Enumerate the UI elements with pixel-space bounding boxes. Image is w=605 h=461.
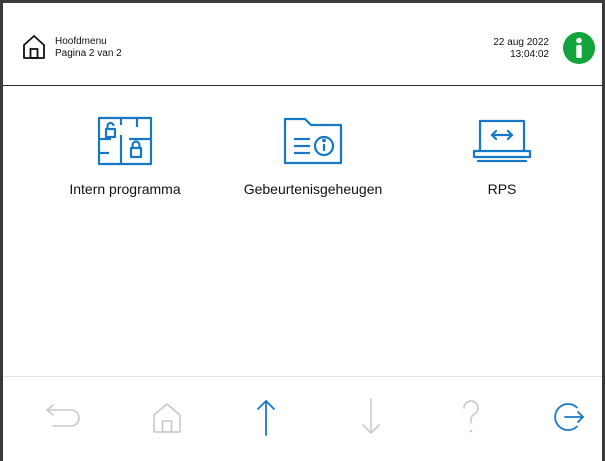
back-arrow-icon bbox=[46, 404, 80, 427]
home-icon bbox=[23, 35, 45, 59]
info-icon bbox=[563, 32, 595, 64]
time-text: 13:04:02 bbox=[510, 49, 549, 60]
logout-icon bbox=[554, 403, 584, 431]
floorplan-lock-icon bbox=[97, 116, 153, 166]
date-text: 22 aug 2022 bbox=[493, 37, 549, 48]
scroll-up-button[interactable] bbox=[244, 395, 288, 439]
scroll-down-button[interactable] bbox=[349, 395, 393, 439]
folder-info-icon bbox=[283, 117, 343, 165]
tile-rps[interactable]: RPS bbox=[412, 115, 592, 197]
page-title-block: Hoofdmenu Pagina 2 van 2 bbox=[55, 36, 122, 60]
tile-gebeurtenisgeheugen[interactable]: Gebeurtenisgeheugen bbox=[223, 115, 403, 197]
arrow-down-icon bbox=[362, 398, 380, 434]
header-home-button[interactable] bbox=[21, 33, 47, 61]
help-button[interactable] bbox=[449, 395, 493, 439]
footer-home-button[interactable] bbox=[145, 395, 189, 439]
home-icon bbox=[153, 403, 181, 433]
footer-nav bbox=[3, 376, 602, 461]
question-icon bbox=[463, 400, 479, 433]
tile-label: RPS bbox=[487, 181, 517, 197]
tile-intern-programma[interactable]: Intern programma bbox=[35, 115, 215, 197]
app-frame: Hoofdmenu Pagina 2 van 2 22 aug 2022 13:… bbox=[0, 0, 605, 461]
logout-button[interactable] bbox=[547, 395, 591, 439]
header-bar: Hoofdmenu Pagina 2 van 2 22 aug 2022 13:… bbox=[3, 3, 602, 86]
tile-label: Gebeurtenisgeheugen bbox=[243, 181, 383, 197]
page-title: Hoofdmenu bbox=[55, 36, 107, 47]
info-button[interactable] bbox=[563, 32, 595, 64]
arrow-up-icon bbox=[257, 400, 275, 436]
back-button[interactable] bbox=[41, 395, 85, 439]
laptop-transfer-icon bbox=[472, 119, 532, 163]
tile-label: Intern programma bbox=[69, 181, 181, 197]
menu-tiles: Intern programma Gebeurtenisgeheugen RPS bbox=[3, 85, 602, 375]
page-indicator: Pagina 2 van 2 bbox=[55, 48, 122, 59]
datetime-display: 22 aug 2022 13:04:02 bbox=[493, 37, 549, 61]
